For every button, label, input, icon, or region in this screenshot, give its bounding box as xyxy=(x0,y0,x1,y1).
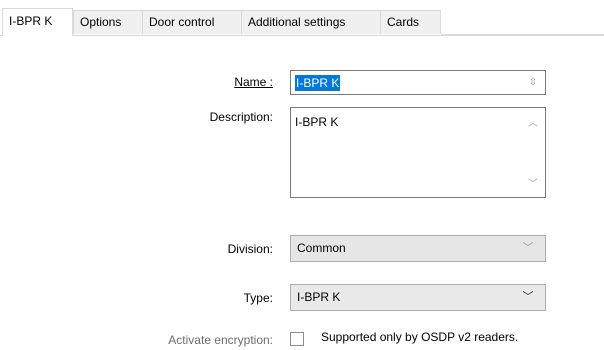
name-selected-text: I-BPR K xyxy=(295,75,341,91)
type-label: Type: xyxy=(243,291,273,305)
description-textarea[interactable]: I-BPR K ︿ ﹀ xyxy=(290,107,546,198)
scroll-down-icon[interactable]: ﹀ xyxy=(527,179,539,191)
chevron-down-icon: ﹀ xyxy=(522,242,534,254)
description-text: I-BPR K xyxy=(295,115,339,129)
type-select[interactable]: I-BPR K ﹀ xyxy=(290,284,546,311)
division-select: Common ﹀ xyxy=(290,235,546,262)
scroll-up-icon[interactable]: ︿ xyxy=(527,118,539,130)
tab-strip-filler xyxy=(441,10,604,35)
tab-general[interactable]: I-BPR K xyxy=(2,8,73,36)
chevron-down-icon[interactable]: ﹀ xyxy=(521,285,535,310)
name-label: Name : xyxy=(234,75,273,89)
name-input[interactable]: I-BPR K ⇳ xyxy=(290,70,546,95)
division-label: Division: xyxy=(227,242,273,256)
description-label: Description: xyxy=(209,110,273,124)
tab-additional-settings[interactable]: Additional settings xyxy=(241,10,381,34)
division-value: Common xyxy=(297,241,346,255)
tab-cards[interactable]: Cards xyxy=(380,10,441,34)
encryption-checkbox[interactable] xyxy=(290,332,304,346)
encryption-label: Activate encryption: xyxy=(168,333,273,347)
spin-arrows-icon[interactable]: ⇳ xyxy=(527,77,539,89)
tab-options[interactable]: Options xyxy=(73,10,143,34)
tab-strip: I-BPR K Options Door control Additional … xyxy=(0,0,604,36)
tab-door-control[interactable]: Door control xyxy=(142,10,242,34)
type-value: I-BPR K xyxy=(297,290,341,304)
encryption-note: Supported only by OSDP v2 readers. xyxy=(321,330,519,344)
